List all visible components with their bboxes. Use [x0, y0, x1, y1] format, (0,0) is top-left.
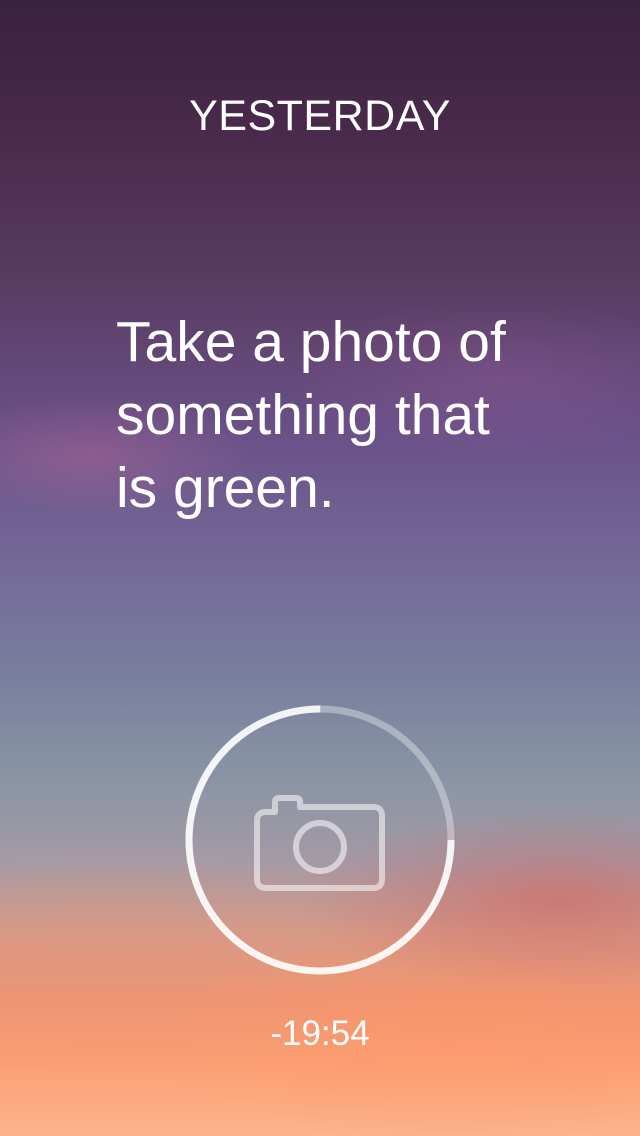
- countdown-timer: -19:54: [270, 1014, 370, 1053]
- capture-button[interactable]: [184, 704, 456, 976]
- challenge-prompt: Take a photo of something that is green.: [116, 310, 506, 520]
- page-title: YESTERDAY: [189, 92, 451, 140]
- countdown-ring: [185, 705, 455, 975]
- challenge-screen: { "header": { "title": "YESTERDAY" }, "c…: [0, 0, 640, 1136]
- camera-icon: [254, 795, 385, 891]
